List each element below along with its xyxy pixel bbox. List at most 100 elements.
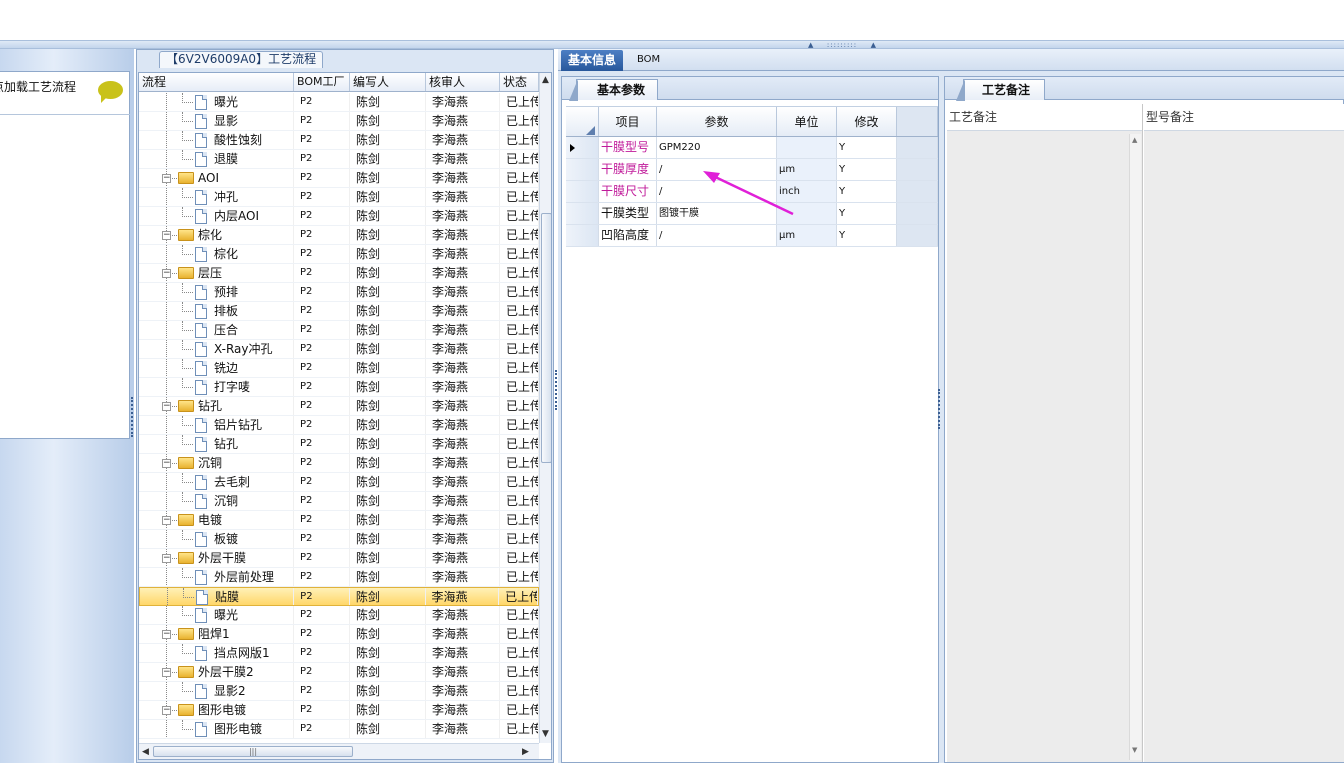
- tree-row[interactable]: 铝片钻孔 P2 陈剑 李海燕 已上传: [139, 416, 539, 435]
- splitter-grip[interactable]: ▲ ::::::::: ▲: [808, 41, 876, 49]
- tab-process-flow[interactable]: 【6V2V6009A0】工艺流程: [159, 51, 324, 68]
- tree-row[interactable]: 沉铜 P2 陈剑 李海燕 已上传: [139, 492, 539, 511]
- tree-row[interactable]: − 钻孔 P2 陈剑 李海燕 已上传: [139, 397, 539, 416]
- tree-row[interactable]: 显影2 P2 陈剑 李海燕 已上传: [139, 682, 539, 701]
- tree-node[interactable]: 冲孔: [139, 188, 294, 206]
- tree-row[interactable]: 退膜 P2 陈剑 李海燕 已上传: [139, 150, 539, 169]
- tree-row[interactable]: 排板 P2 陈剑 李海燕 已上传: [139, 302, 539, 321]
- collapse-up-icon[interactable]: ▲: [808, 41, 813, 49]
- tree-row[interactable]: − 阻焊1 P2 陈剑 李海燕 已上传: [139, 625, 539, 644]
- tree-node[interactable]: − 棕化: [139, 226, 294, 244]
- collapse-icon[interactable]: −: [162, 269, 171, 278]
- collapse-icon[interactable]: −: [162, 174, 171, 183]
- scroll-left-icon[interactable]: ◀: [142, 747, 149, 757]
- tree-row[interactable]: − 外层干膜2 P2 陈剑 李海燕 已上传: [139, 663, 539, 682]
- tree-row[interactable]: − 电镀 P2 陈剑 李海燕 已上传: [139, 511, 539, 530]
- tree-row[interactable]: 钻孔 P2 陈剑 李海燕 已上传: [139, 435, 539, 454]
- tree-node[interactable]: 预排: [139, 283, 294, 301]
- tree-row[interactable]: − 外层干膜 P2 陈剑 李海燕 已上传: [139, 549, 539, 568]
- tree-row[interactable]: 冲孔 P2 陈剑 李海燕 已上传: [139, 188, 539, 207]
- tree-row[interactable]: − 层压 P2 陈剑 李海燕 已上传: [139, 264, 539, 283]
- tree-node[interactable]: 内层AOI: [139, 207, 294, 225]
- tree-node[interactable]: 曝光: [139, 606, 294, 624]
- tree-row[interactable]: 曝光 P2 陈剑 李海燕 已上传: [139, 93, 539, 112]
- tree-node[interactable]: 棕化: [139, 245, 294, 263]
- tree-node[interactable]: 外层前处理: [139, 568, 294, 586]
- pane-splitter-grip[interactable]: [938, 389, 942, 429]
- tree-node[interactable]: 铣边: [139, 359, 294, 377]
- tree-node[interactable]: − AOI: [139, 169, 294, 187]
- tree-row[interactable]: X-Ray冲孔 P2 陈剑 李海燕 已上传: [139, 340, 539, 359]
- col-header-flow[interactable]: 流程: [139, 73, 294, 91]
- tree-node[interactable]: − 外层干膜2: [139, 663, 294, 681]
- collapse-icon[interactable]: −: [162, 630, 171, 639]
- tree-row[interactable]: 去毛刺 P2 陈剑 李海燕 已上传: [139, 473, 539, 492]
- collapse-icon[interactable]: −: [162, 554, 171, 563]
- tree-node[interactable]: 压合: [139, 321, 294, 339]
- tree-row[interactable]: − 棕化 P2 陈剑 李海燕 已上传: [139, 226, 539, 245]
- scroll-right-icon[interactable]: ▶: [522, 747, 529, 757]
- tree-row[interactable]: 预排 P2 陈剑 李海燕 已上传: [139, 283, 539, 302]
- tree-node[interactable]: 退膜: [139, 150, 294, 168]
- tree-node[interactable]: 去毛刺: [139, 473, 294, 491]
- tree-node[interactable]: 挡点网版1: [139, 644, 294, 662]
- tree-node[interactable]: 打字唛: [139, 378, 294, 396]
- tree-node[interactable]: 钻孔: [139, 435, 294, 453]
- tree-row[interactable]: 酸性蚀刻 P2 陈剑 李海燕 已上传: [139, 131, 539, 150]
- horizontal-splitter[interactable]: [0, 40, 1344, 49]
- tree-vertical-scrollbar[interactable]: ▲ ▼: [539, 73, 551, 743]
- tree-row[interactable]: 贴膜 P2 陈剑 李海燕 已上传: [139, 587, 539, 606]
- col-header-reviewer[interactable]: 核审人: [426, 73, 500, 91]
- collapse-icon[interactable]: −: [162, 231, 171, 240]
- tree-row[interactable]: − 图形电镀 P2 陈剑 李海燕 已上传: [139, 701, 539, 720]
- tree-row[interactable]: − AOI P2 陈剑 李海燕 已上传: [139, 169, 539, 188]
- tree-node[interactable]: 显影: [139, 112, 294, 130]
- tree-row[interactable]: 压合 P2 陈剑 李海燕 已上传: [139, 321, 539, 340]
- collapse-icon[interactable]: −: [162, 459, 171, 468]
- load-process-link[interactable]: 点加载工艺流程: [0, 78, 76, 95]
- col-header-status[interactable]: 状态: [500, 73, 539, 91]
- tree-row[interactable]: − 沉铜 P2 陈剑 李海燕 已上传: [139, 454, 539, 473]
- tree-node[interactable]: − 图形电镀: [139, 701, 294, 719]
- tree-node[interactable]: − 层压: [139, 264, 294, 282]
- tree-node[interactable]: 排板: [139, 302, 294, 320]
- collapse-icon[interactable]: −: [162, 706, 171, 715]
- collapse-up-icon-right[interactable]: ▲: [871, 41, 876, 49]
- tree-node[interactable]: − 外层干膜: [139, 549, 294, 567]
- notes-scrollbar[interactable]: ▲ ▼: [1129, 134, 1141, 760]
- tree-node[interactable]: X-Ray冲孔: [139, 340, 294, 358]
- tree-row[interactable]: 铣边 P2 陈剑 李海燕 已上传: [139, 359, 539, 378]
- collapse-icon[interactable]: −: [162, 668, 171, 677]
- tree-node[interactable]: 沉铜: [139, 492, 294, 510]
- tree-node[interactable]: 图形电镀: [139, 720, 294, 738]
- tree-row[interactable]: 板镀 P2 陈剑 李海燕 已上传: [139, 530, 539, 549]
- hscroll-thumb[interactable]: |||: [153, 746, 353, 757]
- tree-row[interactable]: 显影 P2 陈剑 李海燕 已上传: [139, 112, 539, 131]
- tree-horizontal-scrollbar[interactable]: ◀ ||| ▶: [139, 743, 539, 759]
- tree-row[interactable]: 挡点网版1 P2 陈剑 李海燕 已上传: [139, 644, 539, 663]
- tree-node[interactable]: 显影2: [139, 682, 294, 700]
- tab-basic-info[interactable]: 基本信息: [561, 50, 624, 71]
- tab-bom[interactable]: BOM: [630, 50, 667, 71]
- tree-node[interactable]: − 钻孔: [139, 397, 294, 415]
- collapse-icon[interactable]: −: [162, 516, 171, 525]
- scroll-up-icon[interactable]: ▲: [1132, 136, 1137, 144]
- tree-row[interactable]: 棕化 P2 陈剑 李海燕 已上传: [139, 245, 539, 264]
- tree-row[interactable]: 内层AOI P2 陈剑 李海燕 已上传: [139, 207, 539, 226]
- tree-row[interactable]: 外层前处理 P2 陈剑 李海燕 已上传: [139, 568, 539, 587]
- scroll-down-icon[interactable]: ▼: [542, 729, 549, 739]
- tree-node[interactable]: 酸性蚀刻: [139, 131, 294, 149]
- tree-row[interactable]: 图形电镀 P2 陈剑 李海燕 已上传: [139, 720, 539, 739]
- scroll-up-icon[interactable]: ▲: [542, 75, 549, 85]
- collapse-icon[interactable]: −: [162, 402, 171, 411]
- tree-node[interactable]: 贴膜: [140, 588, 295, 605]
- tree-row[interactable]: 打字唛 P2 陈剑 李海燕 已上传: [139, 378, 539, 397]
- tree-node[interactable]: 铝片钻孔: [139, 416, 294, 434]
- tree-row[interactable]: 曝光 P2 陈剑 李海燕 已上传: [139, 606, 539, 625]
- tree-node[interactable]: − 阻焊1: [139, 625, 294, 643]
- col-header-writer[interactable]: 编写人: [350, 73, 426, 91]
- tree-node[interactable]: − 电镀: [139, 511, 294, 529]
- scroll-thumb[interactable]: [541, 213, 551, 463]
- tab-process-notes[interactable]: 工艺备注: [955, 79, 1046, 101]
- tree-node[interactable]: − 沉铜: [139, 454, 294, 472]
